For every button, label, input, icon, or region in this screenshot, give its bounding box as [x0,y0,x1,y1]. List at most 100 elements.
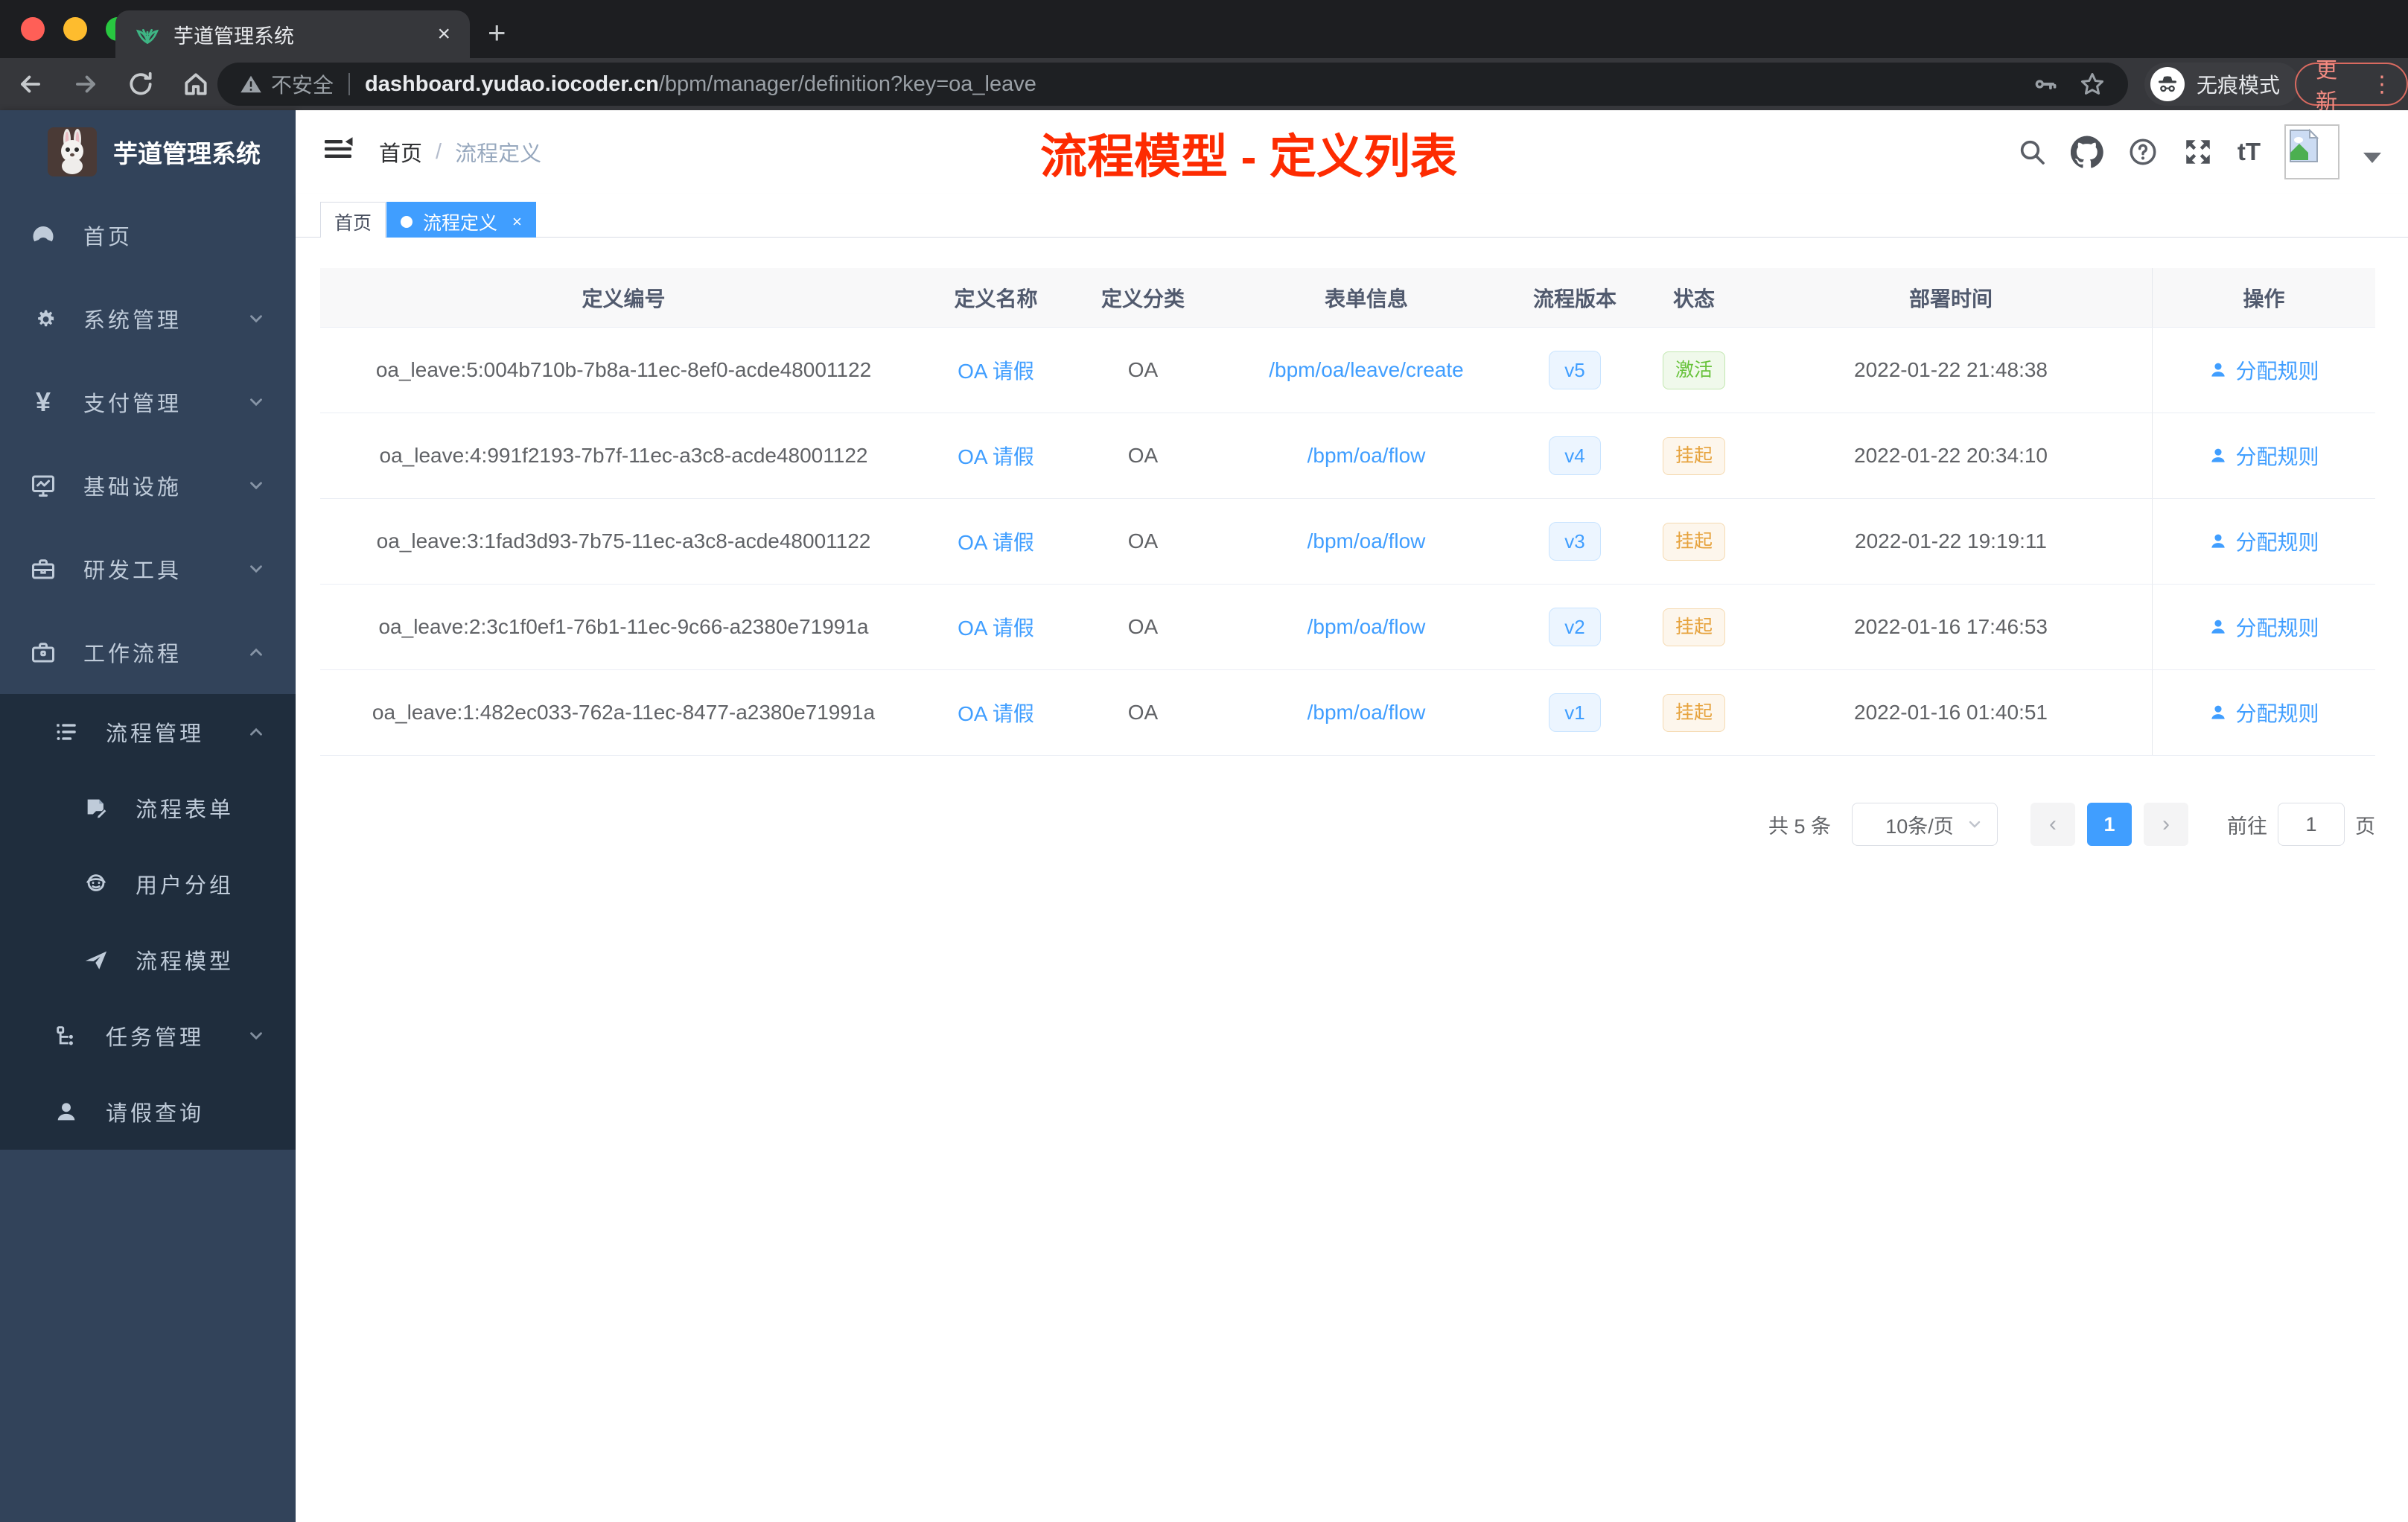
github-icon[interactable] [2070,136,2103,168]
new-tab-button[interactable]: + [488,16,506,49]
sidebar-item-label: 系统管理 [83,309,182,333]
sidebar-item-process-model[interactable]: 流程模型 [0,922,296,998]
pagination-total: 共 5 条 [1768,815,1831,838]
sidebar-item-system[interactable]: 系统管理 [0,277,296,360]
browser-tabstrip: 芋道管理系统 × + [0,0,2408,58]
sidebar-item-user-group[interactable]: 用户分组 [0,846,296,922]
toolbox-icon [30,555,57,582]
incognito-badge: 无痕模式 [2144,63,2300,106]
next-page-button[interactable]: › [2144,803,2188,846]
assign-rule-button[interactable]: 分配规则 [2208,355,2319,385]
chevron-down-icon [246,476,266,495]
sidebar-item-label: 流程管理 [106,722,205,746]
sidebar-item-infrastructure[interactable]: 基础设施 [0,444,296,527]
browser-toolbar: 不安全 dashboard.yudao.iocoder.cn/bpm/manag… [0,58,2408,114]
definition-name-link[interactable]: OA 请假 [958,441,1034,471]
definition-name-link[interactable]: OA 请假 [958,355,1034,385]
definition-name-link[interactable]: OA 请假 [958,526,1034,556]
chevron-down-icon [246,559,266,579]
form-link[interactable]: /bpm/oa/flow [1307,701,1426,725]
sidebar-item-label: 请假查询 [106,1102,205,1126]
back-icon[interactable] [16,70,45,98]
deploy-time: 2022-01-22 20:34:10 [1854,444,2048,467]
definition-id: oa_leave:2:3c1f0ef1-76b1-11ec-9c66-a2380… [378,615,869,638]
definition-name-link[interactable]: OA 请假 [958,698,1034,727]
tag-process-definition[interactable]: 流程定义 × [386,202,536,242]
home-icon[interactable] [182,70,210,98]
font-size-icon[interactable]: tT [2237,138,2261,166]
definition-category: OA [1127,701,1159,724]
org-tree-icon [54,1023,79,1048]
assign-rule-button[interactable]: 分配规则 [2208,612,2319,642]
column-header: 状态 [1672,287,1715,311]
pagination: 共 5 条 10条/页 ‹ 1 › 前往 页 [1768,802,2375,847]
page-number-button[interactable]: 1 [2087,803,2132,846]
tag-close-icon[interactable]: × [512,212,522,232]
window-close-button[interactable] [21,17,45,41]
status-badge: 挂起 [1662,693,1725,732]
bookmark-star-icon[interactable] [2079,71,2106,98]
user-icon [2208,617,2228,637]
paper-plane-icon [83,947,109,972]
sidebar-item-leave-query[interactable]: 请假查询 [0,1074,296,1150]
definition-category: OA [1127,358,1159,381]
briefcase-icon [30,639,57,666]
breadcrumb-current: 流程定义 [455,142,542,166]
user-avatar[interactable] [2284,124,2339,179]
help-icon[interactable] [2127,136,2159,168]
assign-rule-label: 分配规则 [2235,531,2319,554]
browser-tab[interactable]: 芋道管理系统 × [115,10,470,58]
chevron-down-icon [246,309,266,328]
sidebar-item-payment[interactable]: ¥ 支付管理 [0,360,296,444]
definition-id: oa_leave:1:482ec033-762a-11ec-8477-a2380… [372,701,876,724]
sidebar-item-dev-tools[interactable]: 研发工具 [0,527,296,611]
user-icon [2208,360,2228,380]
browser-menu-kebab-icon[interactable]: ⋮ [2371,71,2393,98]
table-row: oa_leave:1:482ec033-762a-11ec-8477-a2380… [320,670,2375,756]
form-link[interactable]: /bpm/oa/flow [1307,615,1426,639]
security-warning[interactable]: 不安全 [240,69,334,99]
column-header: 定义名称 [954,287,1038,311]
sidebar-item-process-form[interactable]: 流程表单 [0,770,296,846]
omnibox-divider [348,73,351,95]
sidebar-logo[interactable]: 芋道管理系统 [0,110,296,194]
fullscreen-icon[interactable] [2182,136,2214,168]
window-minimize-button[interactable] [63,17,87,41]
sidebar-item-task-management[interactable]: 任务管理 [0,998,296,1074]
breadcrumb-home[interactable]: 首页 [379,136,422,168]
tag-home[interactable]: 首页 [320,202,386,242]
page-size-select[interactable]: 10条/页 [1852,803,1998,846]
form-link[interactable]: /bpm/oa/flow [1307,444,1426,468]
sidebar-collapse-icon[interactable] [322,136,354,162]
search-icon[interactable] [2017,137,2047,167]
user-icon [2208,446,2228,465]
sidebar-item-home[interactable]: 首页 [0,194,296,277]
password-key-icon[interactable] [2031,71,2057,97]
sidebar-item-workflow[interactable]: 工作流程 [0,611,296,694]
chrome-update-button[interactable]: 更新 ⋮ [2295,59,2408,114]
assign-rule-button[interactable]: 分配规则 [2208,526,2319,556]
prev-page-button[interactable]: ‹ [2030,803,2075,846]
definition-name-link[interactable]: OA 请假 [958,612,1034,642]
column-header: 表单信息 [1324,287,1408,311]
person-icon [54,1099,79,1124]
update-label: 更新 [2316,59,2338,114]
table-row: oa_leave:3:1fad3d93-7b75-11ec-a3c8-acde4… [320,499,2375,585]
sidebar-item-process-management[interactable]: 流程管理 [0,694,296,770]
assign-rule-button[interactable]: 分配规则 [2208,441,2319,471]
assign-rule-button[interactable]: 分配规则 [2208,698,2319,727]
assign-rule-label: 分配规则 [2235,617,2319,640]
goto-page-input[interactable] [2278,803,2345,846]
monitor-icon [30,472,57,499]
version-badge: v5 [1549,351,1601,389]
avatar-dropdown-caret-icon[interactable] [2363,153,2381,163]
user-group-icon [83,871,109,897]
reload-icon[interactable] [127,70,155,98]
address-bar[interactable]: 不安全 dashboard.yudao.iocoder.cn/bpm/manag… [217,63,2128,106]
version-badge: v2 [1549,608,1601,646]
tab-close-icon[interactable]: × [437,22,450,47]
app-logo-avatar [48,127,97,176]
forward-icon[interactable] [71,70,100,98]
form-link[interactable]: /bpm/oa/flow [1307,529,1426,553]
form-link[interactable]: /bpm/oa/leave/create [1269,358,1464,382]
